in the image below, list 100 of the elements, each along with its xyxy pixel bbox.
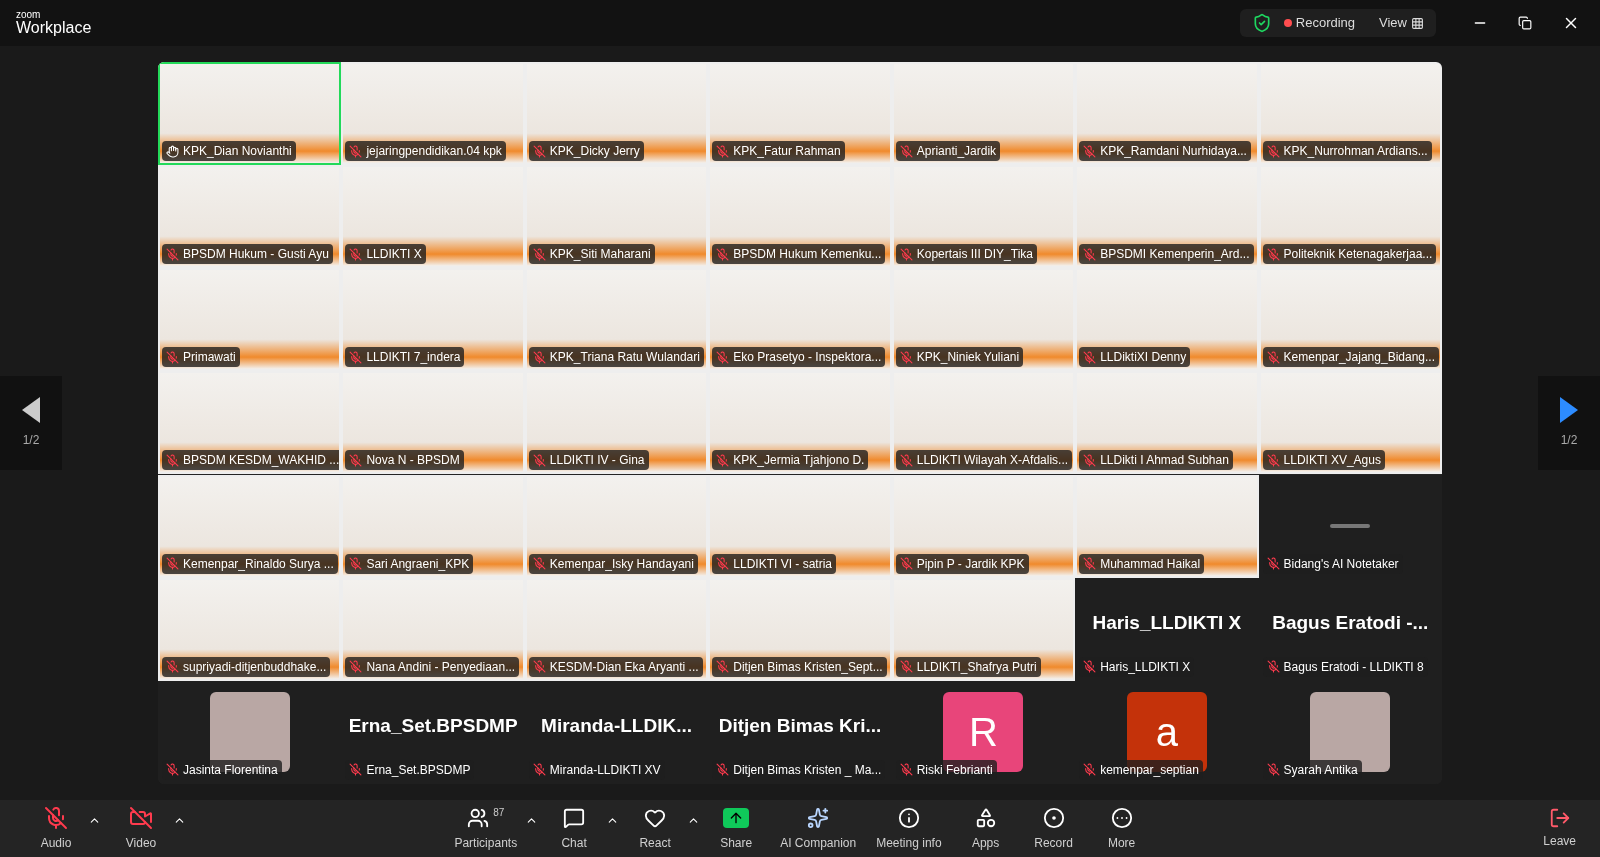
- participant-tile[interactable]: Syarah Antika: [1258, 680, 1442, 784]
- toolbar-button[interactable]: 87 Participants: [446, 801, 526, 856]
- participant-count: 87: [493, 806, 505, 820]
- name-label: KPK_Fatur Rahman: [712, 141, 845, 161]
- participant-tile[interactable]: Muhammad Haikal: [1075, 474, 1259, 578]
- name-label: BPSDM Hukum - Gusti Ayu: [162, 244, 333, 265]
- participant-tile[interactable]: LLDIKTI 7_indera: [341, 268, 525, 372]
- participant-tile[interactable]: KPK_Siti Maharani: [524, 165, 709, 269]
- participant-tile[interactable]: LLDikti I Ahmad Subhan: [1075, 371, 1259, 475]
- name-label: KPK_Dian Novianthi: [162, 141, 296, 161]
- name-label: LLDIKTI X: [345, 244, 426, 265]
- grid-icon: [1411, 16, 1424, 30]
- name-label: LLDikti I Ahmad Subhan: [1079, 450, 1233, 471]
- participant-tile[interactable]: KESDM-Dian Eka Aryanti ...: [524, 577, 709, 681]
- name-label: Nana Andini - Penyediaan...: [345, 656, 520, 677]
- participant-tile[interactable]: LLDIKTI VI - satria: [708, 474, 892, 578]
- toolbar-button[interactable]: Apps: [953, 801, 1018, 856]
- toolbar-button[interactable]: Share: [704, 801, 769, 856]
- participant-tile[interactable]: KPK_Niniek Yuliani: [891, 268, 1076, 372]
- name-label: LLDIKTI VI - satria: [712, 553, 836, 574]
- name-label: jejaringpendidikan.04 kpk: [345, 141, 506, 161]
- name-label: KPK_Dicky Jerry: [528, 141, 644, 161]
- name-label: KPK_Triana Ratu Wulandari: [528, 347, 704, 368]
- participant-tile[interactable]: Bidang's AI Notetaker: [1258, 474, 1442, 578]
- participant-tile[interactable]: Ditjen Bimas Kri... Ditjen Bimas Kristen _ Ma...: [708, 680, 892, 784]
- participant-tile[interactable]: KPK_Ramdani Nurhidaya...: [1075, 62, 1259, 165]
- participants-icon: [467, 807, 490, 829]
- participant-tile[interactable]: Bagus Eratodi -... Bagus Eratodi - LLDIKTI 8: [1258, 577, 1442, 681]
- participant-tile[interactable]: Pipin P - Jardik KPK: [891, 474, 1076, 578]
- toolbar-button[interactable]: More: [1089, 801, 1154, 856]
- participant-tile[interactable]: Jasinta Florentina: [158, 680, 342, 784]
- leave-icon: [1548, 807, 1571, 829]
- name-label: Nova N - BPSDM: [345, 450, 464, 471]
- participant-tile[interactable]: BPSDMI Kemenperin_Ard...: [1075, 165, 1259, 269]
- participant-tile[interactable]: BPSDM Hukum - Gusti Ayu: [158, 165, 342, 269]
- participant-display-name: Miranda-LLDIK...: [541, 714, 693, 739]
- muted-mic-icon: [44, 806, 68, 830]
- name-label: Politeknik Ketenagakerjaa...: [1262, 244, 1437, 265]
- participant-tile[interactable]: KPK_Nurrohman Ardians...: [1258, 62, 1442, 165]
- participant-tile[interactable]: LLDIKTI Wilayah X-Afdalis...: [891, 371, 1076, 475]
- participant-tile[interactable]: LLDIKTI IV - Gina: [524, 371, 709, 475]
- participant-tile[interactable]: KPK_Jermia Tjahjono D.: [708, 371, 892, 475]
- participant-tile[interactable]: Ditjen Bimas Kristen_Sept...: [708, 577, 892, 681]
- name-label: LLDIKTI XV_Agus: [1262, 450, 1385, 471]
- previous-page-button[interactable]: 1/2: [0, 376, 62, 470]
- participant-tile[interactable]: a kemenpar_septian: [1075, 680, 1259, 784]
- recording-indicator[interactable]: Recording: [1283, 13, 1356, 33]
- participant-tile[interactable]: Kemenpar_Jajang_Bidang...: [1258, 268, 1442, 372]
- app-logo: zoom Workplace: [16, 10, 92, 36]
- chat-icon: [563, 807, 586, 829]
- name-label: KPK_Siti Maharani: [528, 244, 655, 265]
- participant-tile[interactable]: jejaringpendidikan.04 kpk: [341, 62, 525, 165]
- participant-tile[interactable]: KPK_Dian Novianthi: [158, 62, 342, 165]
- participant-tile[interactable]: Haris_LLDIKTI X Haris_LLDIKTI X: [1075, 577, 1259, 681]
- participant-display-name: Ditjen Bimas Kri...: [718, 714, 882, 739]
- apps-icon: [974, 807, 997, 829]
- toolbar-button[interactable]: Chat: [542, 801, 607, 856]
- participant-tile[interactable]: Kopertais III DIY_Tika: [891, 165, 1076, 269]
- participant-tile[interactable]: Eko Prasetyo - Inspektora...: [708, 268, 892, 372]
- participant-tile[interactable]: supriyadi-ditjenbuddhake...: [158, 577, 342, 681]
- toolbar-button[interactable]: Meeting info: [868, 801, 950, 856]
- name-label: LLDIKTI Wilayah X-Afdalis...: [895, 450, 1073, 471]
- participant-tile[interactable]: LLDIKTI_Shafrya Putri: [891, 577, 1076, 681]
- name-label: KPK_Niniek Yuliani: [895, 347, 1024, 368]
- participant-tile[interactable]: KPK_Dicky Jerry: [524, 62, 709, 165]
- participant-tile[interactable]: R Riski Febrianti: [891, 680, 1076, 784]
- toolbar-button[interactable]: Video: [109, 801, 173, 856]
- participant-tile[interactable]: Kemenpar_Rinaldo Surya ...: [158, 474, 342, 578]
- toolbar-button[interactable]: AI Companion: [772, 801, 865, 856]
- name-label: BPSDM KESDM_WAKHID ...: [162, 450, 340, 471]
- participant-tile[interactable]: Miranda-LLDIK... Miranda-LLDIKTI XV: [524, 680, 709, 784]
- name-label: Kemenpar_Rinaldo Surya ...: [162, 553, 338, 574]
- participant-tile[interactable]: Kemenpar_Isky Handayani: [524, 474, 709, 578]
- next-page-button[interactable]: 1/2: [1538, 376, 1600, 470]
- name-label: LLDIKTI 7_indera: [345, 347, 465, 368]
- participant-tile[interactable]: Erna_Set.BPSDMP Erna_Set.BPSDMP: [341, 680, 525, 784]
- participant-tile[interactable]: KPK_Fatur Rahman: [708, 62, 892, 165]
- participant-tile[interactable]: Nova N - BPSDM: [341, 371, 525, 475]
- view-button[interactable]: View: [1379, 13, 1424, 33]
- participant-tile[interactable]: Nana Andini - Penyediaan...: [341, 577, 525, 681]
- toolbar-button[interactable]: Record: [1021, 801, 1086, 856]
- participant-tile[interactable]: LLDIKTI X: [341, 165, 525, 269]
- toolbar-button[interactable]: Audio: [24, 801, 88, 856]
- participant-tile[interactable]: KPK_Triana Ratu Wulandari: [524, 268, 709, 372]
- name-label: Ditjen Bimas Kristen_Sept...: [712, 656, 887, 677]
- leave-button[interactable]: Leave: [1543, 807, 1576, 850]
- name-label: Aprianti_Jardik: [895, 141, 1001, 161]
- participant-tile[interactable]: LLDIKTI XV_Agus: [1258, 371, 1442, 475]
- participant-tile[interactable]: Sari Angraeni_KPK: [341, 474, 525, 578]
- restore-icon[interactable]: [1518, 16, 1532, 30]
- participant-tile[interactable]: LLDiktiXI Denny: [1075, 268, 1259, 372]
- name-label: Muhammad Haikal: [1079, 553, 1205, 574]
- name-label: BPSDM Hukum Kemenku...: [712, 244, 886, 265]
- participant-tile[interactable]: Primawati: [158, 268, 342, 372]
- video-off-icon: [129, 806, 153, 830]
- participant-tile[interactable]: Aprianti_Jardik: [891, 62, 1076, 165]
- participant-tile[interactable]: BPSDM Hukum Kemenku...: [708, 165, 892, 269]
- participant-tile[interactable]: BPSDM KESDM_WAKHID ...: [158, 371, 342, 475]
- participant-tile[interactable]: Politeknik Ketenagakerjaa...: [1258, 165, 1442, 269]
- toolbar-button[interactable]: React: [623, 801, 688, 856]
